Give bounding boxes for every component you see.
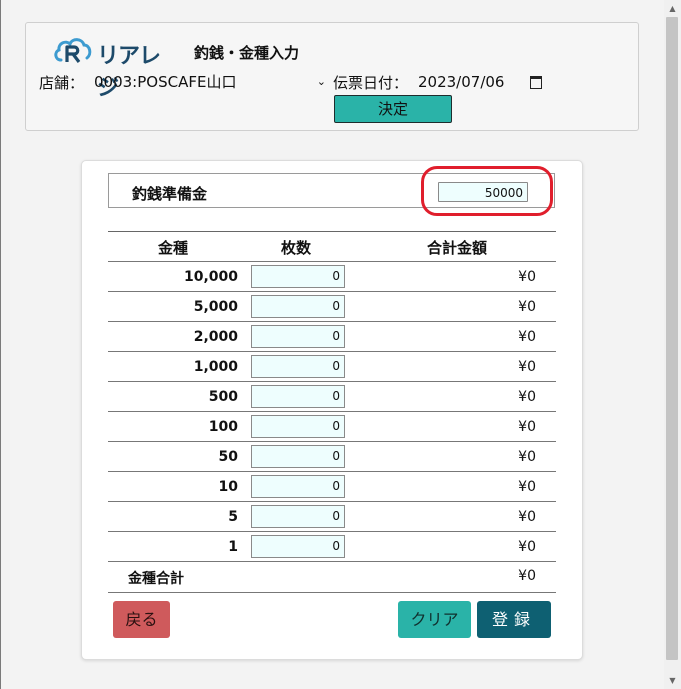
count-input[interactable]: 0 xyxy=(251,325,345,348)
count-input[interactable]: 0 xyxy=(251,445,345,468)
row-amount: ¥0 xyxy=(518,329,536,345)
table-row: 1 0 ¥0 xyxy=(108,531,556,562)
row-amount: ¥0 xyxy=(518,269,536,285)
header-total-amount: 合計金額 xyxy=(427,239,488,257)
row-amount: ¥0 xyxy=(518,359,536,375)
denomination: 1,000 xyxy=(193,359,238,375)
header-denomination: 金種 xyxy=(158,239,189,257)
store-label: 店舗： xyxy=(39,74,85,92)
count-input[interactable]: 0 xyxy=(251,355,345,378)
row-amount: ¥0 xyxy=(518,479,536,495)
clear-button[interactable]: クリア xyxy=(398,601,471,638)
window-border xyxy=(0,0,1,689)
table-row: 5,000 0 ¥0 xyxy=(108,291,556,322)
brand-logo: リアレジ xyxy=(53,34,173,101)
calendar-icon[interactable] xyxy=(530,76,542,89)
denomination-total-row: 金種合計 ¥0 xyxy=(108,561,556,593)
count-input[interactable]: 0 xyxy=(251,415,345,438)
denomination: 10 xyxy=(218,479,238,495)
table-row: 2,000 0 ¥0 xyxy=(108,321,556,352)
scroll-up-icon[interactable]: ▲ xyxy=(664,0,681,17)
cash-denomination-card: 釣銭準備金 50000 金種 枚数 合計金額 10,000 0 ¥0 5,000… xyxy=(81,160,583,660)
date-input[interactable]: 2023/07/06 xyxy=(418,71,542,93)
row-amount: ¥0 xyxy=(518,389,536,405)
denomination: 500 xyxy=(208,389,238,405)
chevron-down-icon: ⌄ xyxy=(316,75,326,88)
denomination: 5,000 xyxy=(193,299,238,315)
header-panel: リアレジ 釣銭・金種入力 店舗： 0003:POSCAFE山口 ⌄ 伝票日付： … xyxy=(25,22,639,131)
register-button[interactable]: 登録 xyxy=(477,601,551,638)
scroll-down-icon[interactable]: ▼ xyxy=(664,672,681,689)
back-button[interactable]: 戻る xyxy=(113,601,170,638)
denomination: 100 xyxy=(208,419,238,435)
denomination: 2,000 xyxy=(193,329,238,345)
denomination: 1 xyxy=(228,539,238,555)
row-amount: ¥0 xyxy=(518,539,536,555)
row-amount: ¥0 xyxy=(518,419,536,435)
vertical-scrollbar[interactable]: ▲ ▼ xyxy=(664,0,681,689)
page-title: 釣銭・金種入力 xyxy=(194,44,300,62)
date-label: 伝票日付： xyxy=(333,74,409,92)
denomination-total-label: 金種合計 xyxy=(128,571,184,587)
header-count: 枚数 xyxy=(281,239,312,257)
count-input[interactable]: 0 xyxy=(251,475,345,498)
date-value: 2023/07/06 xyxy=(418,73,505,91)
store-select[interactable]: 0003:POSCAFE山口 ⌄ xyxy=(94,71,326,93)
decide-button[interactable]: 決定 xyxy=(334,95,452,123)
row-amount: ¥0 xyxy=(518,299,536,315)
count-input[interactable]: 0 xyxy=(251,385,345,408)
count-input[interactable]: 0 xyxy=(251,505,345,528)
cloud-r-icon xyxy=(54,38,92,63)
count-input[interactable]: 0 xyxy=(251,265,345,288)
denomination: 50 xyxy=(218,449,238,465)
table-row: 5 0 ¥0 xyxy=(108,501,556,532)
table-row: 50 0 ¥0 xyxy=(108,441,556,472)
table-row: 100 0 ¥0 xyxy=(108,411,556,442)
row-amount: ¥0 xyxy=(518,509,536,525)
highlight-annotation xyxy=(421,166,553,216)
table-row: 500 0 ¥0 xyxy=(108,381,556,412)
store-select-value: 0003:POSCAFE山口 xyxy=(94,73,237,91)
count-input[interactable]: 0 xyxy=(251,535,345,558)
table-row: 10,000 0 ¥0 xyxy=(108,261,556,292)
table-row: 10 0 ¥0 xyxy=(108,471,556,502)
row-amount: ¥0 xyxy=(518,449,536,465)
denomination: 10,000 xyxy=(183,269,238,285)
table-top-border xyxy=(108,231,556,232)
scrollbar-thumb[interactable] xyxy=(666,17,678,660)
change-reserve-label: 釣銭準備金 xyxy=(132,185,208,203)
denomination: 5 xyxy=(228,509,238,525)
denomination-total-amount: ¥0 xyxy=(518,568,536,584)
table-row: 1,000 0 ¥0 xyxy=(108,351,556,382)
count-input[interactable]: 0 xyxy=(251,295,345,318)
